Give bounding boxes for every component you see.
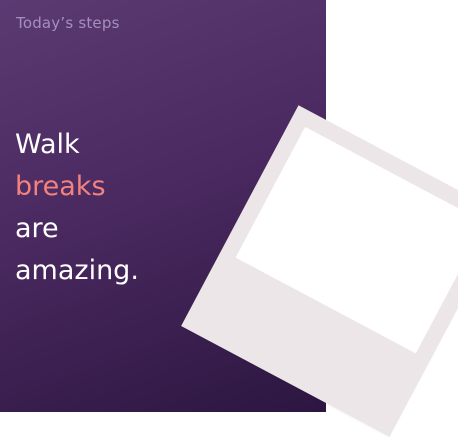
- stage: Today’s steps Walk breaks are amazing.: [0, 0, 458, 448]
- headline-line-4: amazing.: [15, 255, 139, 286]
- headline-line-1: Walk: [15, 129, 80, 160]
- card-headline: Walk breaks are amazing.: [15, 124, 139, 292]
- headline-line-3: are: [15, 213, 59, 244]
- card-kicker: Today’s steps: [16, 14, 120, 32]
- headline-line-2-accent: breaks: [15, 171, 106, 202]
- photo-placeholder: [235, 126, 458, 354]
